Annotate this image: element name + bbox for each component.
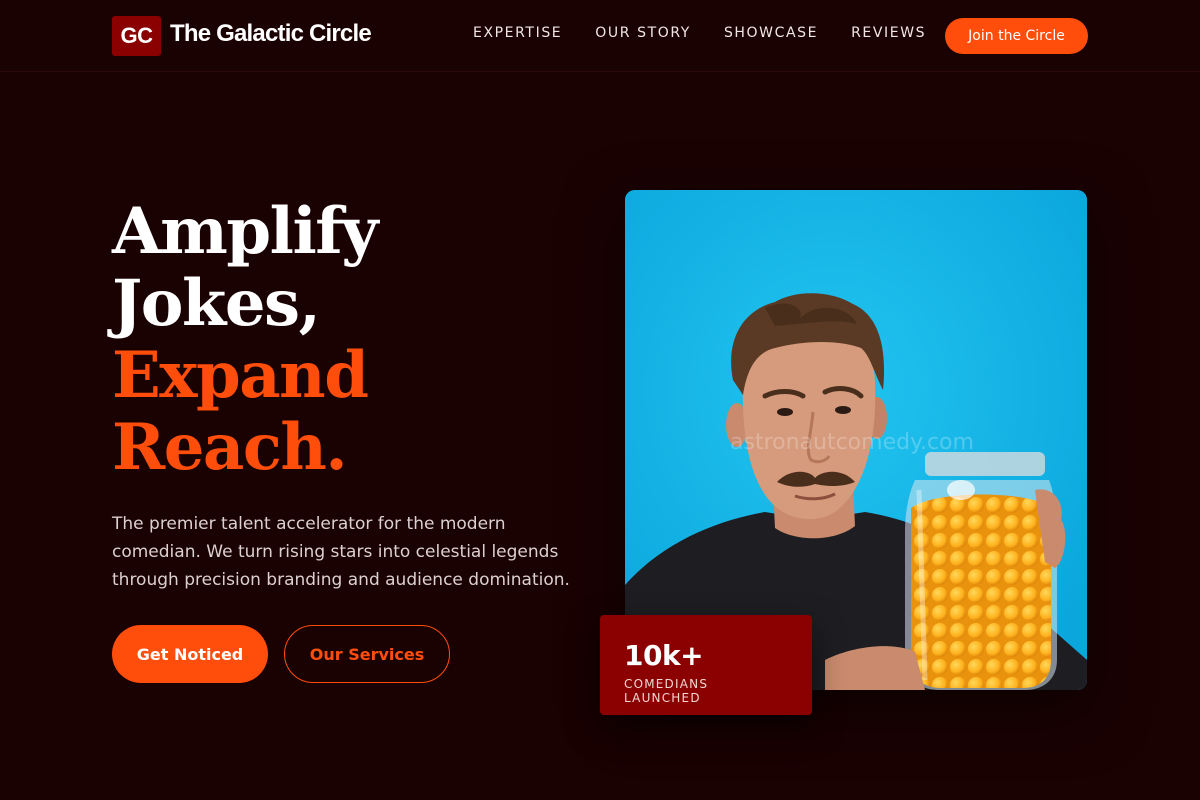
nav-link-expertise[interactable]: EXPERTISE [473,25,562,41]
nav-link-showcase[interactable]: SHOWCASE [724,25,818,41]
hero-headline-line-2: Jokes, [112,266,321,341]
join-the-circle-button[interactable]: Join the Circle [945,18,1088,54]
stat-value: 10k+ [624,639,704,672]
stat-label: COMEDIANS LAUNCHED [624,677,709,705]
landing-page: GC The Galactic Circle EXPERTISE OUR STO… [0,0,1200,800]
brand-name[interactable]: The Galactic Circle [170,20,372,48]
our-services-button[interactable]: Our Services [284,625,450,683]
hero-headline-line-3: Expand [112,338,369,413]
hero-headline-line-4: Reach. [112,410,348,485]
stat-card: 10k+ COMEDIANS LAUNCHED [600,615,812,715]
hero-description: The premier talent accelerator for the m… [112,514,570,590]
nav-link-our-story[interactable]: OUR STORY [595,25,691,41]
logo-icon[interactable]: GC [112,16,161,56]
hero-headline-line-1: Amplify [112,194,378,269]
site-header: GC The Galactic Circle EXPERTISE OUR STO… [0,0,1200,72]
hero-headline: Amplify Jokes, Expand Reach. [112,194,378,485]
image-watermark: astronautcomedy.com [730,430,974,455]
get-noticed-button[interactable]: Get Noticed [112,625,268,683]
main-nav: EXPERTISE OUR STORY SHOWCASE REVIEWS [473,25,959,41]
nav-link-reviews[interactable]: REVIEWS [851,25,926,41]
